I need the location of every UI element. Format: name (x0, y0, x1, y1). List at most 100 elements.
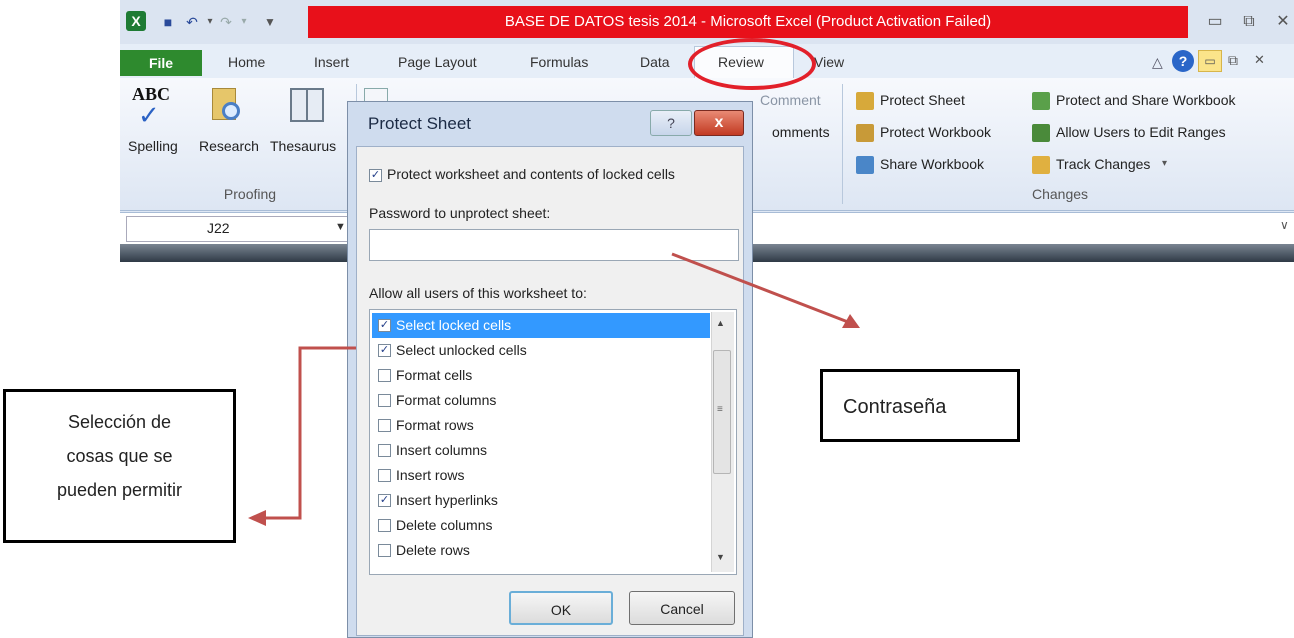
permission-checkbox[interactable]: ✓ (378, 319, 391, 332)
list-item[interactable]: Format rows (372, 413, 710, 438)
permission-checkbox[interactable] (378, 419, 391, 432)
tab-page-layout[interactable]: Page Layout (398, 52, 477, 72)
proofing-group-label: Proofing (223, 186, 277, 202)
permission-checkbox[interactable] (378, 519, 391, 532)
permission-label: Format cells (396, 367, 473, 383)
protect-sheet-dialog: Protect Sheet ? x ✓ Protect worksheet an… (347, 101, 753, 638)
workbook-minimize-icon[interactable]: ▭ (1198, 50, 1222, 72)
dialog-title: Protect Sheet (368, 114, 472, 133)
research-icon (210, 84, 246, 128)
password-input[interactable] (369, 229, 739, 261)
tab-data[interactable]: Data (640, 52, 670, 72)
tab-formulas[interactable]: Formulas (530, 52, 588, 72)
list-item[interactable]: ✓ Select locked cells (372, 313, 710, 338)
dialog-close-button[interactable]: x (694, 110, 744, 136)
protect-workbook-button[interactable]: Protect Workbook (880, 124, 991, 140)
scroll-thumb-grip-icon: ≡ (717, 404, 723, 415)
tab-view[interactable]: View (814, 52, 844, 72)
permission-label: Select locked cells (396, 317, 512, 333)
cancel-button[interactable]: Cancel (629, 591, 735, 625)
options-callout: Selección de cosas que se pueden permiti… (3, 389, 236, 543)
permission-checkbox[interactable]: ✓ (378, 344, 391, 357)
help-icon[interactable]: ? (1172, 50, 1194, 72)
research-button[interactable]: Research (199, 138, 259, 154)
permission-label: Insert rows (396, 467, 465, 483)
options-arrow-line (262, 346, 356, 520)
share-workbook-button[interactable]: Share Workbook (880, 156, 984, 172)
list-item[interactable]: Delete rows (372, 538, 710, 563)
permission-checkbox[interactable] (378, 394, 391, 407)
permission-checkbox[interactable] (378, 544, 391, 557)
minimize-icon[interactable]: ▭ (1200, 10, 1230, 34)
list-item[interactable]: ✓ Select unlocked cells (372, 338, 710, 363)
ribbon-minimize-icon[interactable]: △ (1152, 54, 1163, 71)
name-box[interactable]: J22 ▼ (126, 216, 354, 242)
list-item[interactable]: Insert columns (372, 438, 710, 463)
list-item[interactable]: Insert rows (372, 463, 710, 488)
dialog-help-button[interactable]: ? (650, 110, 692, 136)
permission-checkbox[interactable] (378, 469, 391, 482)
scroll-up-icon[interactable]: ▲ (716, 318, 725, 328)
ribbon-separator (842, 84, 843, 204)
permission-checkbox[interactable] (378, 369, 391, 382)
spelling-button[interactable]: Spelling (128, 138, 178, 154)
permission-label: Format rows (396, 417, 474, 433)
formula-expand-icon[interactable]: ∨ (1280, 218, 1289, 232)
list-item[interactable]: Format columns (372, 388, 710, 413)
protect-sheet-button[interactable]: Protect Sheet (880, 92, 965, 108)
permission-checkbox[interactable] (378, 444, 391, 457)
tab-file[interactable]: File (120, 50, 202, 76)
list-item[interactable]: Delete columns (372, 513, 710, 538)
password-callout: Contraseña (820, 369, 1020, 442)
tab-insert[interactable]: Insert (314, 52, 349, 72)
window-title: BASE DE DATOS tesis 2014 - Microsoft Exc… (504, 13, 992, 30)
protect-workbook-icon (856, 124, 874, 142)
list-item[interactable]: Format cells (372, 363, 710, 388)
thesaurus-icon (290, 88, 326, 124)
excel-logo-icon: X (126, 11, 146, 31)
options-callout-line1: Selección de (67, 412, 172, 432)
protect-share-button[interactable]: Protect and Share Workbook (1056, 92, 1236, 108)
undo-icon[interactable]: ↶ (182, 12, 202, 32)
track-changes-button[interactable]: Track Changes (1056, 156, 1150, 172)
protect-worksheet-label: Protect worksheet and contents of locked… (387, 166, 675, 182)
options-callout-line2: cosas que se (66, 446, 173, 466)
allow-users-label: Allow all users of this worksheet to: (369, 285, 587, 301)
track-changes-dropdown-icon[interactable]: ▾ (1162, 158, 1167, 169)
protect-sheet-icon (856, 92, 874, 110)
password-label: Password to unprotect sheet: (369, 205, 551, 221)
close-window-icon[interactable]: ✕ (1268, 10, 1294, 34)
share-workbook-icon (856, 156, 874, 174)
redo-dropdown-icon[interactable]: ▾ (234, 12, 254, 32)
review-highlight-circle (688, 38, 816, 90)
permission-checkbox[interactable]: ✓ (378, 494, 391, 507)
thesaurus-button[interactable]: Thesaurus (270, 138, 336, 154)
scroll-down-icon[interactable]: ▼ (716, 552, 725, 562)
allow-users-button[interactable]: Allow Users to Edit Ranges (1056, 124, 1226, 140)
password-arrow-head (842, 314, 860, 328)
allow-users-icon (1032, 124, 1050, 142)
show-all-comments-button[interactable]: omments (772, 124, 830, 140)
password-callout-text: Contraseña (843, 396, 947, 418)
name-box-dropdown-icon[interactable]: ▼ (335, 221, 346, 233)
restore-icon[interactable]: ⧉ (1234, 10, 1264, 34)
permission-label: Format columns (396, 392, 497, 408)
list-item[interactable]: ✓ Insert hyperlinks (372, 488, 710, 513)
show-comment-button[interactable]: Comment (760, 92, 821, 108)
name-box-value: J22 (207, 220, 230, 236)
workbook-close-icon[interactable]: ✕ (1254, 52, 1265, 68)
ok-button[interactable]: OK (509, 591, 613, 625)
protect-share-icon (1032, 92, 1050, 110)
permission-label: Select unlocked cells (396, 342, 527, 358)
customize-qat-icon[interactable]: ▼ (260, 12, 280, 32)
workbook-restore-icon[interactable]: ⧉ (1228, 52, 1238, 69)
redo-icon[interactable]: ↷ (216, 12, 236, 32)
protect-worksheet-checkbox[interactable]: ✓ (369, 169, 382, 182)
options-callout-line3: pueden permitir (56, 480, 183, 500)
save-icon[interactable]: ■ (158, 12, 178, 32)
options-arrow-head (248, 510, 266, 526)
permission-label: Delete rows (396, 542, 470, 558)
permissions-list[interactable]: ✓ Select locked cells ✓ Select unlocked … (369, 309, 737, 575)
tab-home[interactable]: Home (228, 52, 265, 72)
changes-group-label: Changes (1031, 186, 1089, 202)
